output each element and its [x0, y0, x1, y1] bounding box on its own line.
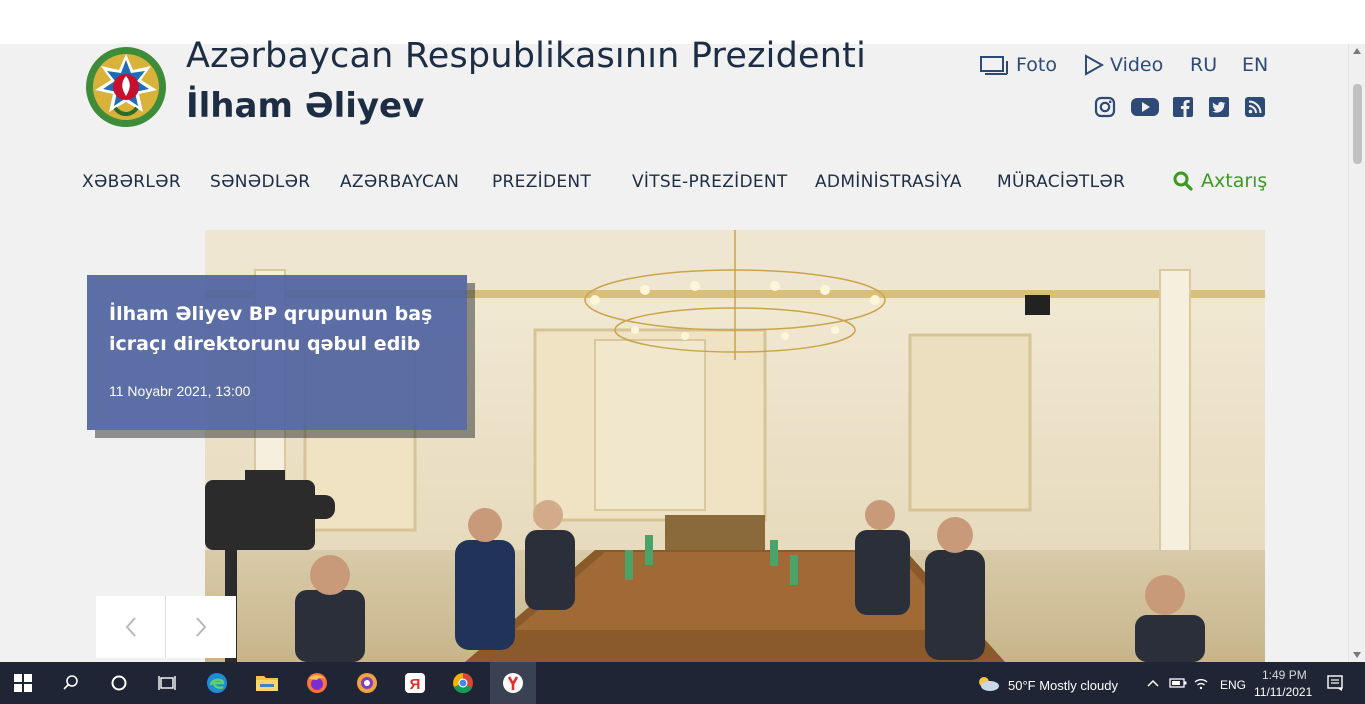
- slider-prev-button[interactable]: [96, 596, 166, 658]
- brave-browser-icon[interactable]: [354, 670, 380, 696]
- windows-start-icon[interactable]: [10, 670, 36, 696]
- language-indicator[interactable]: ENG: [1220, 678, 1246, 692]
- weather-text[interactable]: 50°F Mostly cloudy: [1008, 678, 1118, 693]
- nav-item-vice-president[interactable]: VİTSE-PREZİDENT: [632, 172, 788, 192]
- browser-page: Azərbaycan Respublikasının Prezidenti İl…: [0, 0, 1365, 704]
- wifi-icon[interactable]: [1188, 670, 1214, 696]
- rss-icon[interactable]: [1244, 96, 1266, 118]
- language-en-label: EN: [1242, 54, 1269, 76]
- notifications-icon[interactable]: [1322, 670, 1348, 696]
- language-ru-label: RU: [1190, 54, 1218, 76]
- search-icon[interactable]: [58, 670, 84, 696]
- scroll-down-arrow-icon[interactable]: [1353, 652, 1361, 658]
- instagram-icon[interactable]: [1094, 96, 1116, 118]
- twitter-icon[interactable]: [1208, 96, 1230, 118]
- clock-date[interactable]: 11/11/2021: [1254, 685, 1312, 699]
- scroll-up-arrow-icon[interactable]: [1353, 48, 1361, 54]
- language-en-link[interactable]: EN: [1242, 50, 1268, 80]
- news-card[interactable]: İlham Əliyev BP qrupunun baş icraçı dire…: [87, 275, 467, 430]
- main-navigation: XƏBƏRLƏR SƏNƏDLƏR AZƏRBAYCAN PREZİDENT V…: [82, 168, 1312, 200]
- edge-icon[interactable]: [204, 670, 230, 696]
- task-view-icon[interactable]: [154, 670, 180, 696]
- play-icon: [1085, 54, 1104, 76]
- chevron-left-icon: [125, 617, 136, 637]
- foto-link[interactable]: Foto: [980, 50, 1057, 80]
- slider-controls: [96, 596, 236, 658]
- video-label: Video: [1110, 54, 1164, 76]
- svg-text:Я: Я: [410, 676, 421, 693]
- weather-cloud-icon[interactable]: [975, 670, 1001, 696]
- chevron-right-icon: [196, 617, 207, 637]
- windows-taskbar: Я 50°F Mostly cloudy ENG 1:49 PM 11/11/2…: [0, 662, 1365, 704]
- search-label: Axtarış: [1201, 170, 1268, 192]
- page-title: Azərbaycan Respublikasının Prezidenti: [186, 36, 866, 76]
- nav-item-administration[interactable]: ADMİNİSTRASİYA: [815, 172, 962, 192]
- state-emblem-logo[interactable]: [85, 46, 167, 128]
- page-subtitle: İlham Əliyev: [186, 86, 425, 126]
- foto-label: Foto: [1016, 54, 1057, 76]
- nav-item-documents[interactable]: SƏNƏDLƏR: [210, 172, 310, 192]
- tray-chevron-up-icon[interactable]: [1140, 670, 1166, 696]
- cortana-icon[interactable]: [106, 670, 132, 696]
- scrollbar-thumb[interactable]: [1353, 84, 1362, 164]
- youtube-icon[interactable]: [1130, 96, 1160, 118]
- firefox-icon[interactable]: [304, 670, 330, 696]
- news-card-title[interactable]: İlham Əliyev BP qrupunun baş icraçı dire…: [109, 299, 445, 359]
- video-link[interactable]: Video: [1084, 50, 1163, 80]
- gallery-icon: [980, 56, 1008, 75]
- scrollbar[interactable]: [1348, 44, 1365, 662]
- chrome-icon[interactable]: [450, 670, 476, 696]
- search-button[interactable]: Axtarış: [1173, 170, 1267, 192]
- nav-item-president[interactable]: PREZİDENT: [492, 172, 591, 192]
- facebook-icon[interactable]: [1172, 96, 1194, 118]
- file-explorer-icon[interactable]: [254, 670, 280, 696]
- nav-item-news[interactable]: XƏBƏRLƏR: [82, 172, 181, 192]
- clock-time[interactable]: 1:49 PM: [1262, 668, 1307, 682]
- news-card-date: 11 Noyabr 2021, 13:00: [109, 383, 251, 399]
- search-icon: [1173, 171, 1193, 191]
- nav-item-azerbaijan[interactable]: AZƏRBAYCAN: [340, 172, 459, 192]
- language-ru-link[interactable]: RU: [1190, 50, 1217, 80]
- nav-item-appeals[interactable]: MÜRACİƏTLƏR: [997, 172, 1125, 192]
- yandex-icon[interactable]: [500, 670, 526, 696]
- slider-next-button[interactable]: [166, 596, 236, 658]
- yandex-browser-icon[interactable]: Я: [402, 670, 428, 696]
